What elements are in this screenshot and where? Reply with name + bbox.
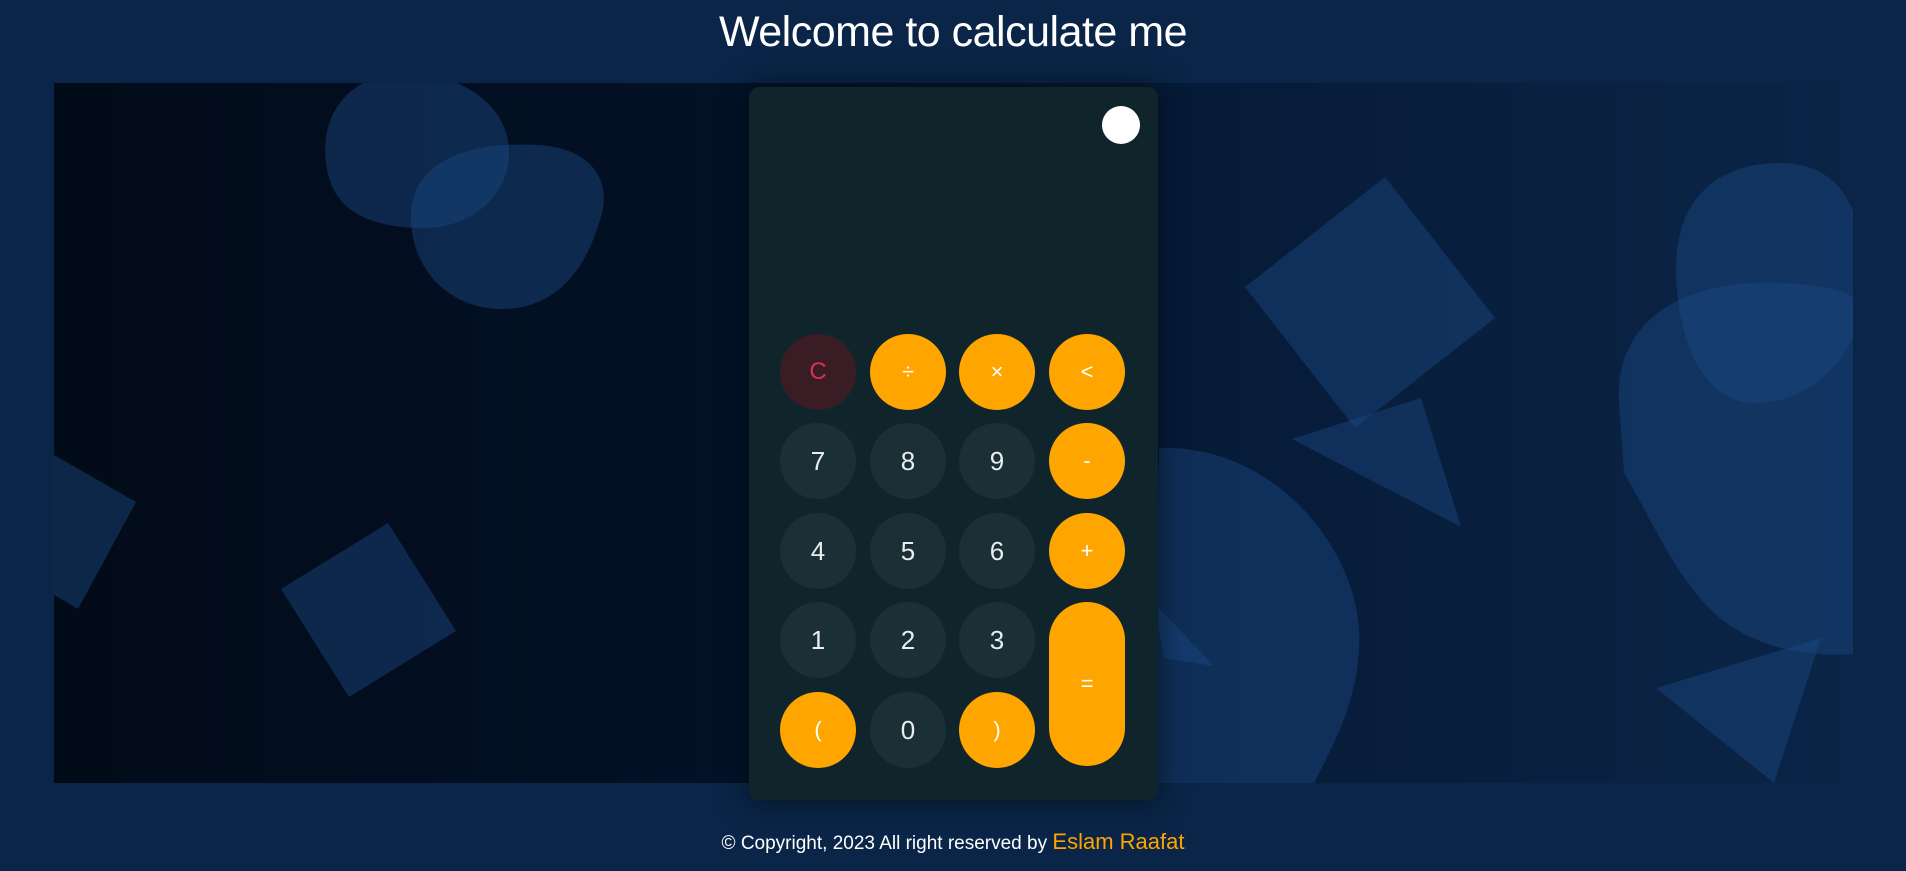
theme-toggle-button[interactable]	[1102, 106, 1140, 144]
author-link[interactable]: Eslam Raafat	[1052, 829, 1184, 854]
digit-8-button[interactable]: 8	[870, 423, 946, 499]
plus-button[interactable]: +	[1049, 513, 1125, 589]
triangle-shape	[1656, 638, 1821, 783]
equals-button[interactable]: =	[1049, 602, 1125, 766]
open-paren-button[interactable]: (	[780, 692, 856, 768]
digit-1-button[interactable]: 1	[780, 602, 856, 678]
minus-button[interactable]: -	[1049, 423, 1125, 499]
digit-0-button[interactable]: 0	[870, 692, 946, 768]
digit-4-button[interactable]: 4	[780, 513, 856, 589]
divide-button[interactable]: ÷	[870, 334, 946, 410]
digit-3-button[interactable]: 3	[959, 602, 1035, 678]
close-paren-button[interactable]: )	[959, 692, 1035, 768]
blob-shape	[410, 144, 604, 310]
digit-6-button[interactable]: 6	[959, 513, 1035, 589]
copyright-text: © Copyright, 2023 All right reserved by	[721, 833, 1048, 854]
diamond-shape	[281, 523, 456, 697]
multiply-button[interactable]: ×	[959, 334, 1035, 410]
digit-7-button[interactable]: 7	[780, 423, 856, 499]
clear-button[interactable]: C	[780, 334, 856, 410]
blob-shape	[1618, 282, 1853, 655]
backspace-button[interactable]: <	[1049, 334, 1125, 410]
diamond-shape	[1245, 177, 1495, 428]
blob-shape	[1154, 448, 1360, 783]
digit-5-button[interactable]: 5	[870, 513, 946, 589]
diamond-shape	[54, 455, 136, 609]
digit-2-button[interactable]: 2	[870, 602, 946, 678]
calculator: C ÷ × < 7 8 9 - 4 5 6 + 1 2 3 = ( 0 )	[749, 87, 1158, 800]
calculator-display	[779, 107, 1079, 287]
footer: © Copyright, 2023 All right reserved by …	[0, 827, 1906, 857]
page-title: Welcome to calculate me	[718, 8, 1188, 56]
digit-9-button[interactable]: 9	[959, 423, 1035, 499]
triangle-shape	[1292, 398, 1461, 527]
